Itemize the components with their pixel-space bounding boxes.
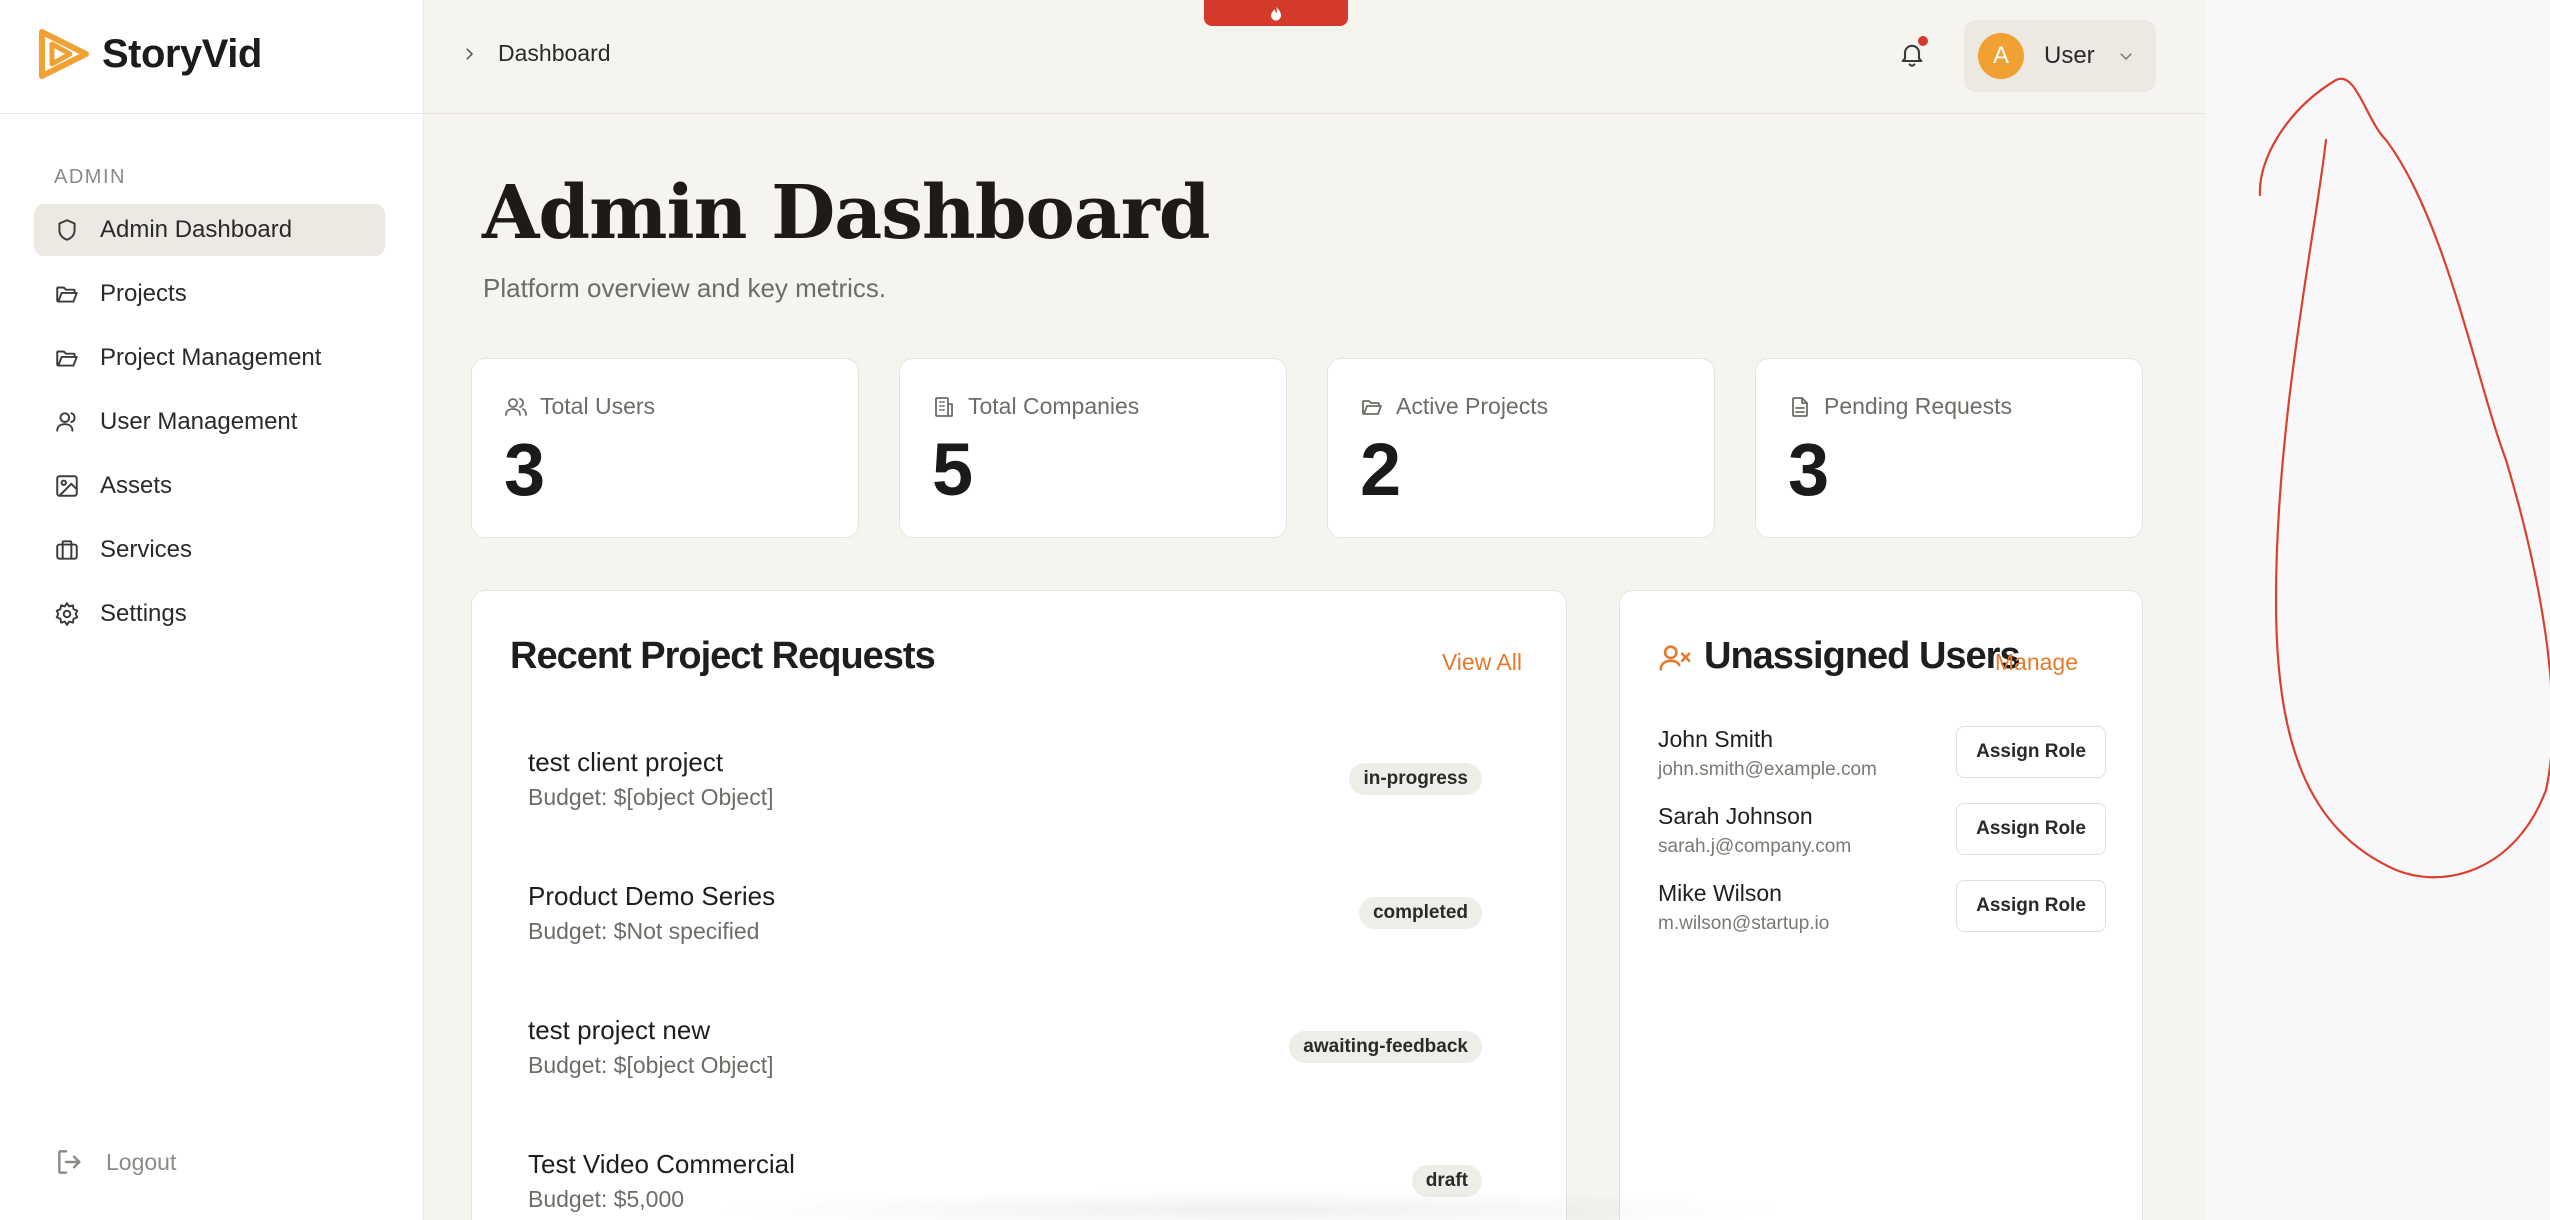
stat-card-active-projects: Active Projects 2 bbox=[1327, 358, 1715, 538]
request-row[interactable]: test client project Budget: $[object Obj… bbox=[528, 747, 1482, 811]
user-icon bbox=[54, 409, 80, 435]
user-row: John Smith john.smith@example.com Assign… bbox=[1658, 726, 2106, 782]
recording-tab[interactable] bbox=[1204, 0, 1348, 26]
user-name: User bbox=[2044, 42, 2095, 69]
notification-dot bbox=[1918, 36, 1928, 46]
logo-text: StoryVid bbox=[102, 31, 262, 76]
sidebar-divider bbox=[0, 113, 424, 114]
avatar: A bbox=[1978, 33, 2024, 79]
sidebar-item-label: Admin Dashboard bbox=[100, 216, 293, 243]
stat-value: 3 bbox=[504, 428, 546, 511]
building-icon bbox=[935, 396, 953, 417]
stat-label: Active Projects bbox=[1396, 393, 1549, 419]
page-title: Admin Dashboard bbox=[482, 170, 1210, 256]
freehand-annotation-stroke bbox=[2258, 77, 2550, 879]
stat-value: 2 bbox=[1360, 428, 1402, 511]
request-budget: Budget: $[object Object] bbox=[528, 784, 774, 810]
stat-value: 5 bbox=[932, 428, 974, 511]
manage-link[interactable]: Manage bbox=[1995, 649, 2078, 676]
request-row[interactable]: test project new Budget: $[object Object… bbox=[528, 1015, 1482, 1079]
folder-icon bbox=[54, 345, 80, 371]
logout-icon bbox=[58, 1150, 81, 1174]
panel-title: Unassigned Users bbox=[1704, 635, 2021, 677]
view-all-link[interactable]: View All bbox=[1442, 649, 1522, 676]
page-subtitle: Platform overview and key metrics. bbox=[483, 273, 887, 303]
sidebar-item-admin-dashboard[interactable]: Admin Dashboard bbox=[34, 204, 385, 256]
sidebar-item-assets[interactable]: Assets bbox=[34, 460, 385, 512]
unassigned-users-panel: Unassigned Users Manage John Smith john.… bbox=[1619, 590, 2143, 1220]
bottom-shadow bbox=[700, 1190, 1800, 1220]
users-icon bbox=[505, 397, 527, 416]
assign-role-button[interactable]: Assign Role bbox=[1956, 803, 2106, 855]
breadcrumb-current: Dashboard bbox=[498, 40, 611, 66]
file-icon bbox=[1792, 396, 1808, 417]
breadcrumb[interactable]: Dashboard bbox=[460, 40, 611, 67]
chevron-down-icon bbox=[2117, 47, 2135, 65]
status-badge: completed bbox=[1358, 897, 1482, 929]
status-badge: in-progress bbox=[1349, 763, 1482, 795]
sidebar-item-services[interactable]: Services bbox=[34, 524, 385, 576]
chevron-right-icon bbox=[466, 47, 474, 60]
sidebar-nav: Admin Dashboard Projects Project Managem… bbox=[34, 204, 385, 652]
stat-value: 3 bbox=[1788, 428, 1830, 511]
sidebar-item-label: Project Management bbox=[100, 344, 322, 371]
stat-label: Total Companies bbox=[968, 393, 1140, 419]
status-badge: awaiting-feedback bbox=[1289, 1031, 1482, 1063]
sidebar-item-settings[interactable]: Settings bbox=[34, 588, 385, 640]
image-icon bbox=[54, 473, 80, 499]
assign-role-button[interactable]: Assign Role bbox=[1956, 880, 2106, 932]
stat-card-total-companies: Total Companies 5 bbox=[899, 358, 1287, 538]
user-menu[interactable]: A User bbox=[1964, 20, 2156, 92]
assign-role-button[interactable]: Assign Role bbox=[1956, 726, 2106, 778]
request-name: test client project bbox=[528, 747, 724, 777]
folder-open-icon bbox=[1362, 399, 1382, 415]
request-name: Test Video Commercial bbox=[528, 1149, 795, 1179]
sidebar-item-label: Services bbox=[100, 536, 193, 563]
user-row: Mike Wilson m.wilson@startup.io Assign R… bbox=[1658, 880, 2106, 936]
sidebar: StoryVid ADMIN Admin Dashboard Projects … bbox=[0, 0, 424, 1220]
user-x-icon bbox=[1659, 645, 1691, 671]
sidebar-section-label: ADMIN bbox=[54, 166, 126, 188]
shield-icon bbox=[54, 217, 80, 243]
sidebar-item-projects[interactable]: Projects bbox=[34, 268, 385, 320]
stat-card-total-users: Total Users 3 bbox=[471, 358, 859, 538]
stat-label: Total Users bbox=[540, 393, 656, 419]
user-row: Sarah Johnson sarah.j@company.com Assign… bbox=[1658, 803, 2106, 859]
logout-label: Logout bbox=[106, 1148, 177, 1175]
flame-icon bbox=[1271, 6, 1281, 21]
gear-icon bbox=[54, 601, 80, 627]
folder-icon bbox=[54, 281, 80, 307]
briefcase-icon bbox=[54, 537, 80, 563]
sidebar-item-label: Settings bbox=[100, 600, 187, 627]
request-name: Product Demo Series bbox=[528, 881, 776, 911]
stat-label: Pending Requests bbox=[1824, 393, 2012, 419]
recent-requests-panel: Recent Project Requests View All test cl… bbox=[471, 590, 1567, 1220]
panel-title: Recent Project Requests bbox=[510, 635, 936, 677]
sidebar-item-label: User Management bbox=[100, 408, 298, 435]
stat-card-pending-requests: Pending Requests 3 bbox=[1755, 358, 2143, 538]
notifications-button[interactable] bbox=[1898, 36, 1928, 70]
sidebar-item-label: Projects bbox=[100, 280, 187, 307]
play-logo-icon bbox=[39, 29, 89, 79]
logo[interactable]: StoryVid bbox=[38, 28, 262, 80]
sidebar-item-label: Assets bbox=[100, 472, 173, 499]
request-row[interactable]: Product Demo Series Budget: $Not specifi… bbox=[528, 881, 1482, 945]
request-budget: Budget: $Not specified bbox=[528, 918, 760, 944]
sidebar-item-user-management[interactable]: User Management bbox=[34, 396, 385, 448]
logout-button[interactable]: Logout bbox=[54, 1146, 176, 1178]
sidebar-item-project-management[interactable]: Project Management bbox=[34, 332, 385, 384]
top-header: Dashboard A User bbox=[424, 0, 2206, 114]
